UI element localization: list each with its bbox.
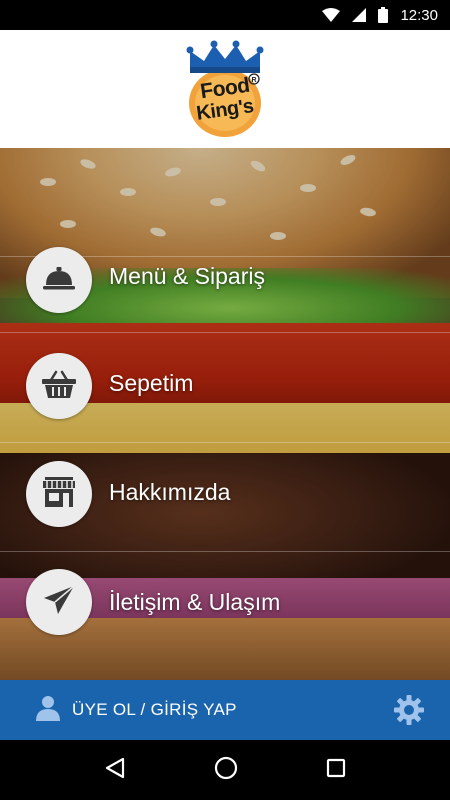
main-menu: Menü & Sipariş Sepetim Hakkımızda İletiş… [0,148,450,635]
menu-item-label: Menü & Sipariş [109,263,265,289]
wifi-icon [322,8,341,22]
login-bar[interactable]: ÜYE OL / GİRİŞ YAP [0,680,450,740]
menu-item-cart[interactable]: Sepetim [0,333,450,443]
app-header: R Food King's [0,30,450,148]
menu-circle [26,569,92,635]
battery-icon [378,7,389,23]
paper-plane-icon [43,584,75,620]
status-bar: 12:30 [0,0,450,30]
signal-icon [352,8,367,22]
user-icon [34,695,62,726]
back-icon[interactable] [104,757,126,784]
store-icon [42,476,76,512]
cloche-icon [43,265,75,296]
menu-item-label: Hakkımızda [109,479,231,505]
menu-item-label: İletişim & Ulaşım [109,589,281,615]
basket-icon [42,370,76,403]
status-time: 12:30 [400,6,438,24]
menu-item-contact[interactable]: İletişim & Ulaşım [0,552,450,662]
login-register-label[interactable]: ÜYE OL / GİRİŞ YAP [72,700,237,720]
system-nav-bar [0,740,450,800]
home-icon[interactable] [214,756,238,785]
menu-item-about[interactable]: Hakkımızda [0,443,450,553]
crown-icon [186,40,264,73]
app-logo[interactable]: R Food King's [182,39,268,139]
menu-item-label: Sepetim [109,370,194,396]
gear-icon[interactable] [394,695,424,730]
menu-item-menu-order[interactable]: Menü & Sipariş [0,148,450,313]
menu-circle [26,461,92,527]
menu-circle [26,247,92,313]
menu-circle [26,353,92,419]
recents-icon[interactable] [326,758,346,783]
